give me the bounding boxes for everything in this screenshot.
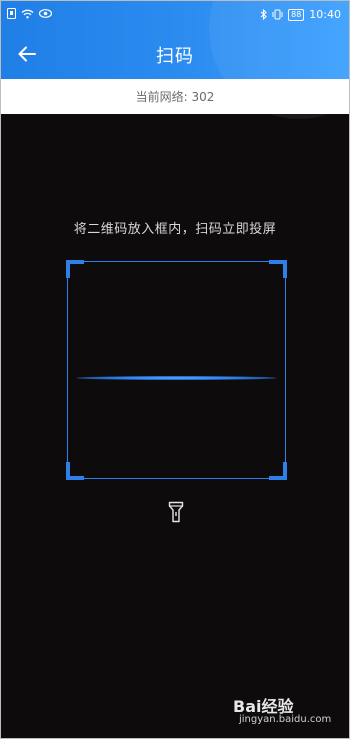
- app-screen: 88 10:40 扫码 当前网络: 302 将二维码放入框内，扫码立即投屏 Ba…: [0, 0, 350, 739]
- page-title: 扫码: [156, 46, 194, 67]
- flashlight-button[interactable]: [168, 501, 184, 523]
- app-header: 扫码: [1, 1, 349, 119]
- watermark-url: jingyan.baidu.com: [239, 714, 332, 725]
- scan-corner-bottom-left: [66, 462, 84, 480]
- scan-line: [76, 376, 277, 380]
- network-label: 当前网络: 302: [135, 90, 215, 104]
- scan-hint: 将二维码放入框内，扫码立即投屏: [73, 222, 277, 237]
- sim-icon: [7, 8, 16, 19]
- eye-icon: [39, 9, 52, 18]
- wifi-icon: [21, 9, 34, 18]
- scan-corner-top-right: [269, 260, 287, 278]
- scan-corner-top-left: [66, 260, 84, 278]
- scan-corner-bottom-right: [269, 462, 287, 480]
- scan-frame: [66, 260, 287, 480]
- flashlight-icon: [168, 501, 184, 523]
- status-left-icons: [7, 8, 52, 19]
- network-info-bar: 当前网络: 302: [1, 79, 349, 114]
